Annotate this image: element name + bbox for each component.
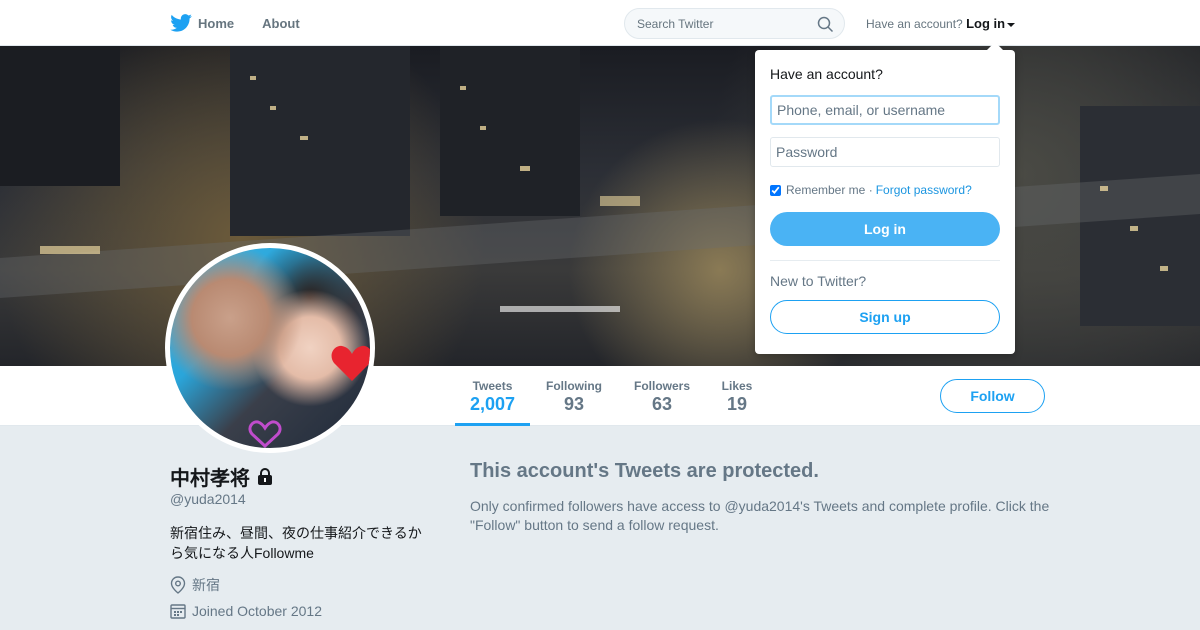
forgot-password-link[interactable]: Forgot password?	[876, 183, 972, 197]
stat-value: 2,007	[469, 394, 516, 414]
stat-followers[interactable]: Followers 63	[628, 366, 696, 426]
stat-label: Following	[546, 379, 602, 393]
nav-home[interactable]: Home	[170, 14, 234, 32]
calendar-icon	[170, 604, 186, 619]
stat-likes[interactable]: Likes 19	[715, 366, 759, 426]
search-icon[interactable]	[817, 16, 834, 33]
separator-dot: ·	[868, 183, 873, 197]
profile-joined-text: Joined October 2012	[192, 603, 322, 619]
signup-button[interactable]: Sign up	[770, 300, 1000, 334]
have-account-text: Have an account?	[866, 17, 963, 31]
stat-value: 93	[563, 394, 585, 414]
divider	[770, 260, 1000, 261]
login-dropdown: Have an account? Remember me · Forgot pa…	[755, 42, 1015, 354]
stat-value: 19	[726, 394, 748, 414]
profile-name: 中村孝将	[170, 462, 274, 491]
profile-name-text: 中村孝将	[170, 468, 250, 490]
profile-bio: 新宿住み、昼間、夜の仕事紹介できるから気になる人Followme	[170, 525, 422, 561]
profile-location-text: 新宿	[192, 577, 220, 593]
nav-home-label: Home	[198, 15, 235, 31]
stat-label: Tweets	[472, 379, 513, 393]
new-to-twitter-text: New to Twitter?	[770, 273, 867, 289]
top-navigation-bar: Home About Have an account? Log in	[0, 0, 1200, 46]
profile-location: 新宿	[170, 575, 220, 595]
caret-down-icon	[1007, 22, 1016, 27]
follow-button[interactable]: Follow	[940, 379, 1045, 413]
search-box	[624, 8, 845, 39]
location-icon	[170, 576, 186, 594]
profile-handle[interactable]: @yuda2014	[170, 491, 246, 507]
protected-title: This account's Tweets are protected.	[470, 460, 819, 482]
login-button[interactable]: Log in	[770, 212, 1000, 246]
heart-sticker-icon	[331, 345, 370, 381]
search-input[interactable]	[625, 9, 805, 38]
nav-left-group: Home About	[170, 0, 328, 46]
stat-following[interactable]: Following 93	[540, 366, 608, 426]
heart-outline-sticker-icon	[248, 420, 282, 448]
remember-me-label[interactable]: Remember me	[786, 183, 865, 197]
stat-value: 63	[651, 394, 673, 414]
avatar[interactable]	[165, 243, 375, 453]
login-dropdown-title: Have an account?	[770, 66, 883, 82]
nav-about[interactable]: About	[262, 16, 300, 31]
stat-label: Followers	[633, 379, 690, 393]
remember-row: Remember me · Forgot password?	[770, 183, 972, 197]
twitter-bird-icon	[170, 14, 192, 32]
stat-tweets[interactable]: Tweets 2,007	[455, 366, 530, 426]
profile-joined: Joined October 2012	[170, 603, 322, 619]
lock-icon	[258, 467, 272, 485]
login-toggle-label: Log in	[966, 16, 1006, 31]
stat-label: Likes	[721, 379, 753, 393]
account-menu: Have an account? Log in	[866, 16, 1016, 31]
username-field[interactable]	[770, 95, 1000, 125]
login-toggle[interactable]: Log in	[966, 16, 1016, 31]
remember-me-checkbox[interactable]	[770, 184, 781, 196]
password-field[interactable]	[770, 137, 1000, 167]
protected-text: Only confirmed followers have access to …	[470, 498, 1050, 533]
nav-about-label: About	[262, 15, 300, 31]
